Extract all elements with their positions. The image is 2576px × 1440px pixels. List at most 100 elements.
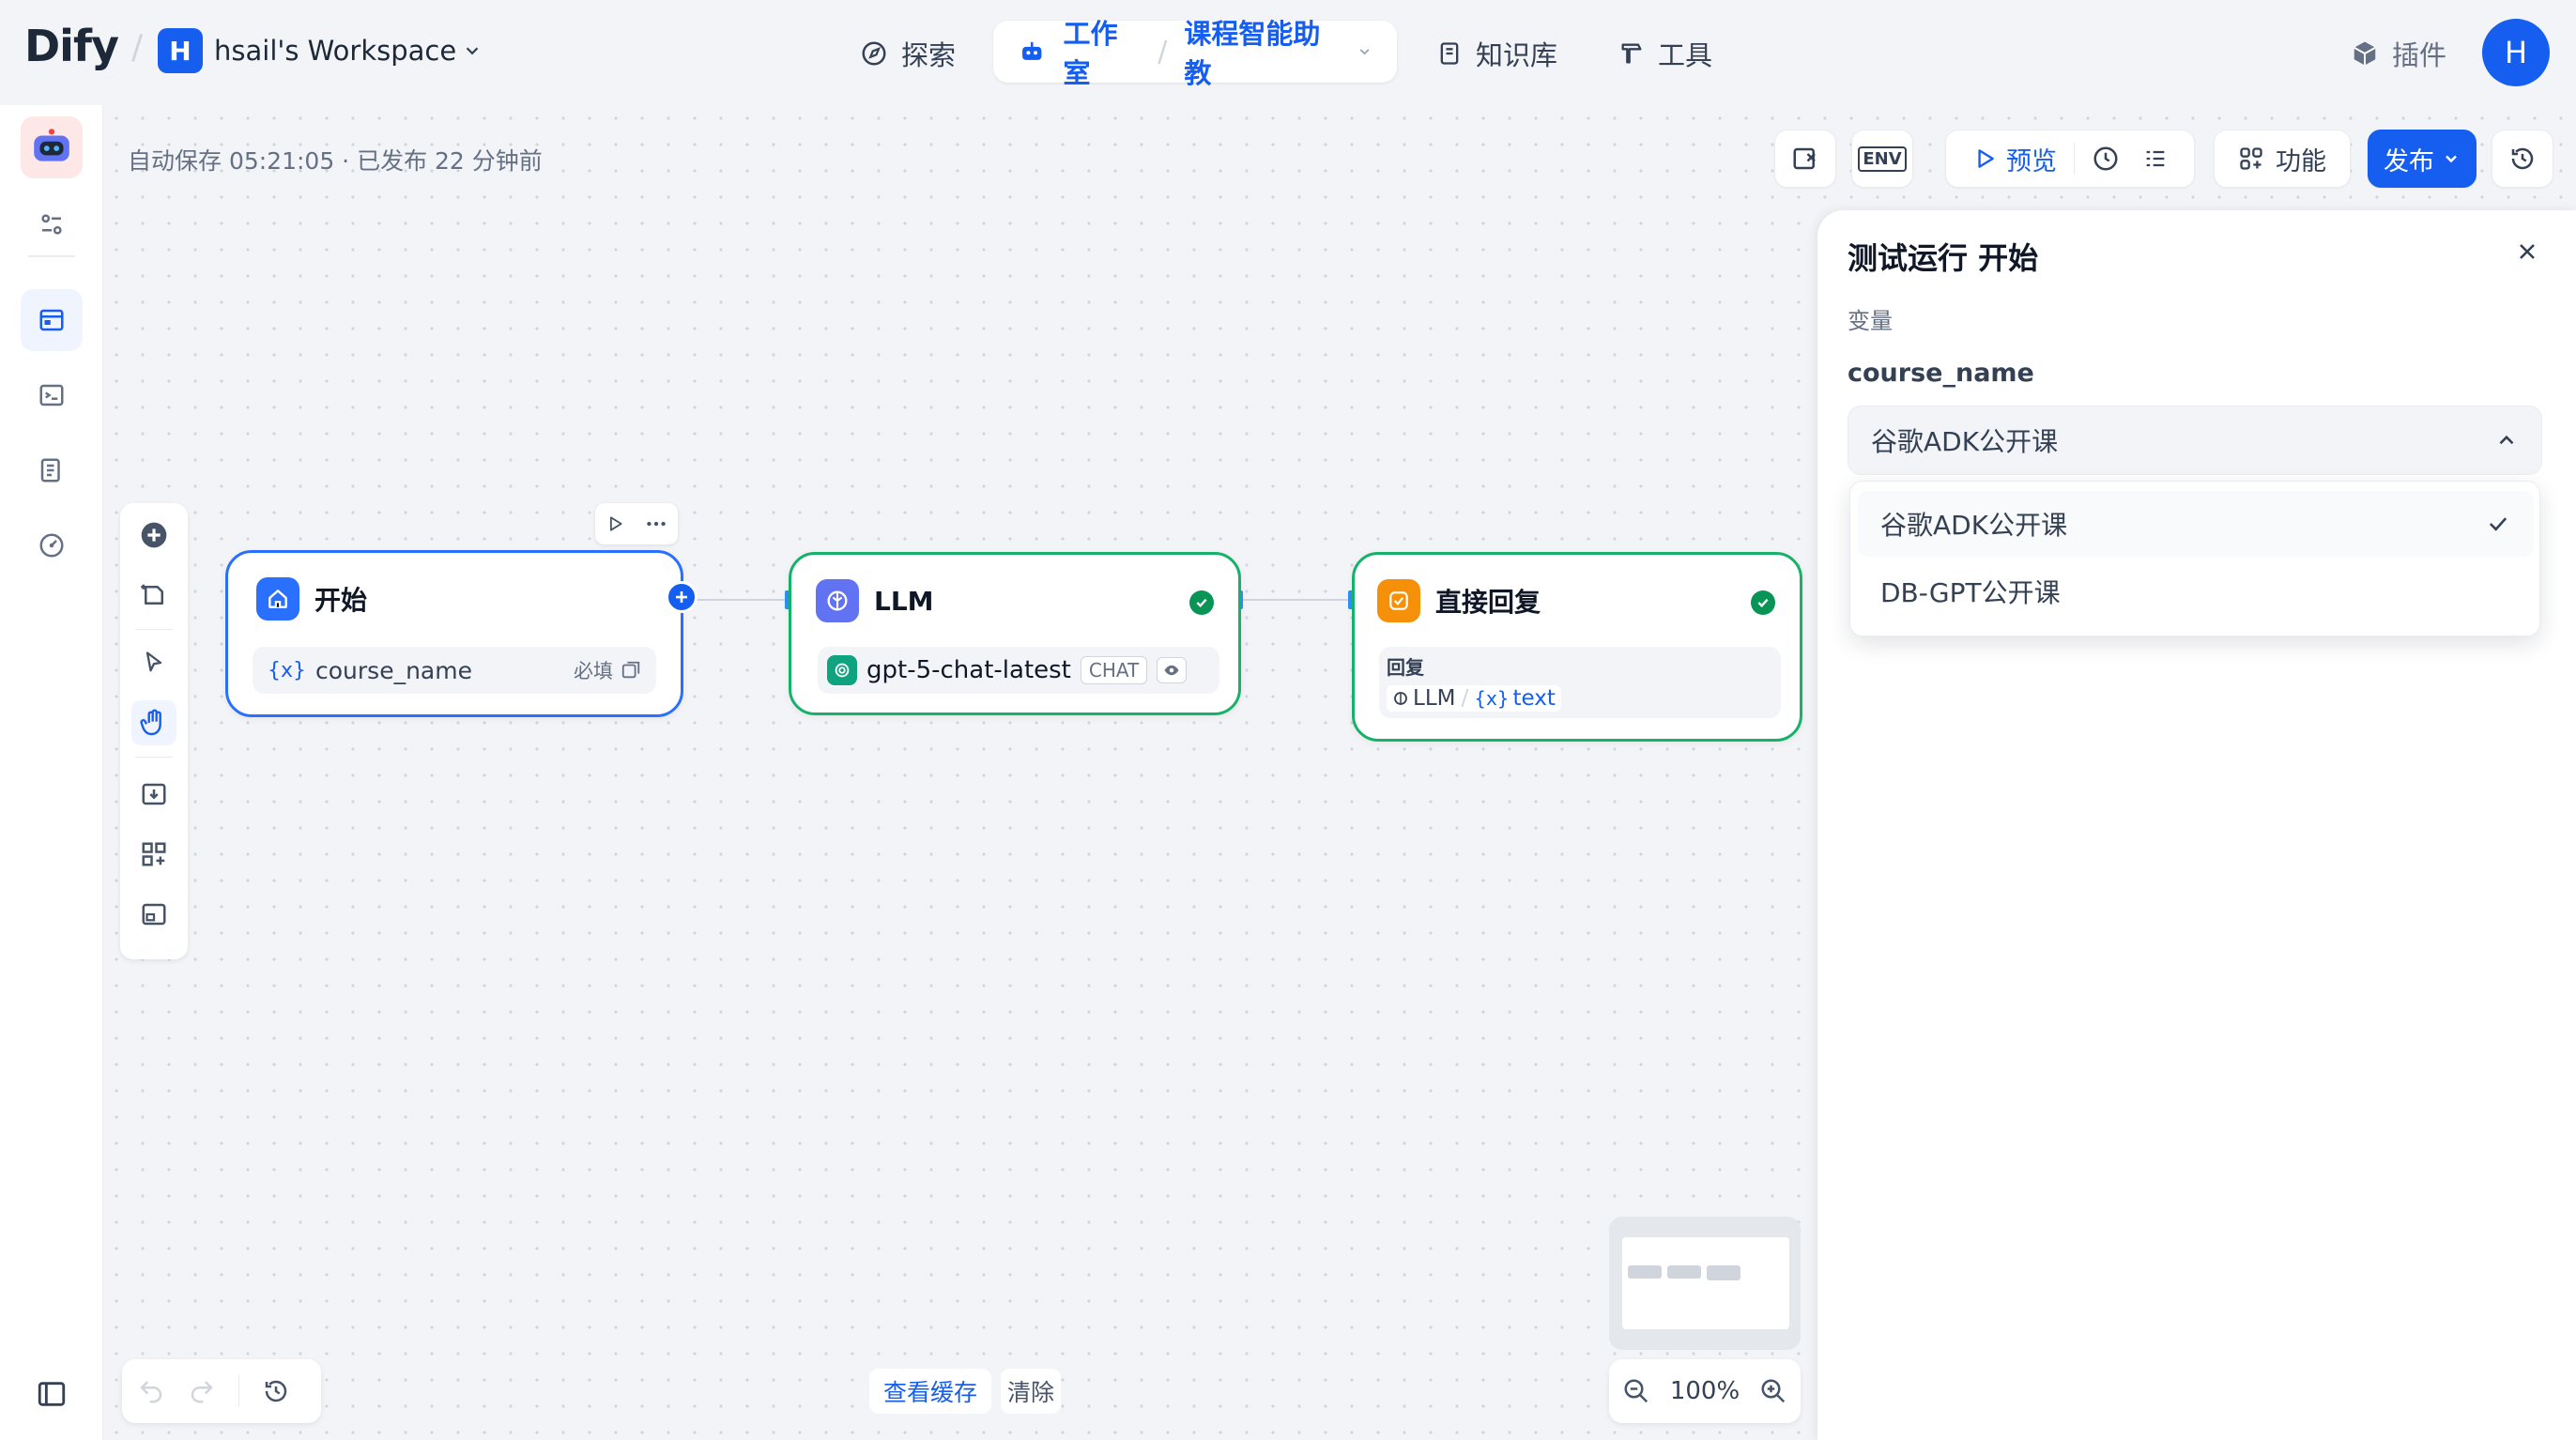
undo-icon[interactable] (137, 1377, 165, 1405)
env-variables-button[interactable]: ENV (1851, 130, 1913, 188)
close-icon[interactable] (2514, 238, 2540, 268)
run-history-button[interactable] (2092, 145, 2120, 173)
chevron-up-icon (2499, 435, 2514, 445)
publish-label: 发布 (2384, 146, 2434, 176)
checklist-icon (1793, 147, 1816, 170)
reference-var: text (1512, 686, 1556, 711)
workspace-switcher[interactable]: H hsail's Workspace (158, 28, 483, 73)
nav-knowledge-label: 知识库 (1476, 39, 1558, 71)
nav-studio-label: 工作室 (1063, 18, 1118, 89)
option-item[interactable]: 谷歌ADK公开课 (1858, 491, 2534, 557)
node-answer[interactable]: 直接回复 回复 LLM / {x} text (1352, 552, 1802, 742)
brain-icon (816, 579, 859, 622)
top-navigation-bar: Dify / H hsail's Workspace 探索 工作室 / 课程智能… (0, 0, 2576, 105)
version-history-button[interactable] (2492, 130, 2553, 188)
divider: / (1158, 35, 1168, 69)
canvas-tool-palette (120, 503, 188, 959)
orchestrate-icon[interactable] (21, 289, 83, 351)
zoom-in-icon[interactable] (1759, 1377, 1787, 1405)
node-title: 直接回复 (1435, 587, 1541, 618)
answer-content: 回复 LLM / {x} text (1379, 647, 1781, 718)
checklist-button[interactable] (1774, 130, 1836, 188)
features-button[interactable]: 功能 (2214, 130, 2351, 188)
workspace-name: hsail's Workspace (214, 35, 457, 67)
reference-node: LLM (1413, 686, 1456, 711)
grid-plus-icon (2240, 147, 2262, 170)
monitor-gauge-icon[interactable] (21, 514, 83, 576)
option-label: 谷歌ADK公开课 (1880, 510, 2068, 541)
add-node-icon[interactable] (131, 513, 176, 558)
hand-icon[interactable] (131, 700, 176, 745)
start-variable-row: {x} course_name 必填 (253, 647, 656, 694)
nav-tools[interactable]: 工具 (1618, 34, 1712, 73)
select-value: 谷歌ADK公开课 (1871, 426, 2059, 457)
edge-start-llm[interactable] (682, 599, 789, 601)
nav-app-name[interactable]: 课程智能助教 (1184, 12, 1340, 91)
terminal-icon[interactable] (21, 364, 83, 426)
zoom-out-icon[interactable] (1622, 1377, 1650, 1405)
more-icon[interactable] (644, 512, 668, 536)
history-controls (122, 1359, 321, 1423)
model-row[interactable]: gpt-5-chat-latest CHAT (818, 647, 1219, 694)
brain-icon (1394, 692, 1407, 705)
app-icon[interactable] (21, 116, 83, 178)
history-icon (2511, 147, 2534, 170)
export-image-icon[interactable] (131, 772, 176, 817)
auto-layout-icon[interactable] (131, 832, 176, 877)
robot-icon (34, 129, 69, 161)
logo-text: Dify (24, 21, 119, 71)
section-label: 变量 (1848, 308, 1893, 334)
nav-explore[interactable]: 探索 (860, 34, 956, 73)
openai-icon (827, 655, 857, 685)
minimap-toggle-icon[interactable] (131, 892, 176, 937)
panel-title: 测试运行 开始 (1848, 240, 2039, 276)
minimap[interactable] (1609, 1217, 1801, 1350)
success-check-icon (1751, 590, 1775, 615)
minimap-node (1707, 1265, 1740, 1280)
view-cache-button[interactable]: 查看缓存 (869, 1369, 991, 1414)
add-next-node-icon[interactable] (666, 581, 698, 613)
add-note-icon[interactable] (131, 573, 176, 618)
clock-play-icon (2093, 146, 2118, 171)
chevron-down-icon (1359, 49, 1370, 55)
option-item[interactable]: DB-GPT公开课 (1858, 559, 2534, 624)
preview-button[interactable]: 预览 (1972, 141, 2057, 177)
zoom-controls: 100% (1609, 1359, 1801, 1423)
clear-button[interactable]: 清除 (1001, 1369, 1061, 1414)
node-start[interactable]: 开始 {x} course_name 必填 (225, 550, 698, 717)
divider (2074, 143, 2075, 175)
checklist-list-button[interactable] (2142, 146, 2169, 172)
nav-studio-pill[interactable]: 工作室 / 课程智能助教 (993, 18, 1397, 89)
collapse-sidebar-icon[interactable] (21, 1363, 83, 1425)
text-input-icon (621, 661, 640, 679)
edge-llm-answer[interactable] (1241, 599, 1352, 601)
publish-button[interactable]: 发布 (2368, 130, 2476, 188)
redo-icon[interactable] (188, 1377, 216, 1405)
settings-sliders-icon[interactable] (21, 193, 83, 255)
node-llm[interactable]: LLM gpt-5-chat-latest CHAT (789, 552, 1241, 715)
user-avatar[interactable]: H (2482, 19, 2550, 86)
variable-icon: {x} (1474, 687, 1510, 710)
minimap-viewport (1622, 1237, 1789, 1329)
preview-label: 预览 (2006, 146, 2057, 176)
minimap-node (1628, 1265, 1662, 1279)
nav-knowledge[interactable]: 知识库 (1436, 34, 1557, 73)
zoom-level[interactable]: 100% (1670, 1377, 1740, 1405)
logs-icon[interactable] (21, 439, 83, 501)
pointer-icon[interactable] (131, 640, 176, 685)
model-name: gpt-5-chat-latest (866, 656, 1071, 684)
autosave-status: 自动保存 05:21:05 · 已发布 22 分钟前 (128, 147, 543, 175)
book-icon (1440, 42, 1459, 65)
run-node-icon[interactable] (606, 514, 624, 533)
cube-icon (2354, 41, 2376, 66)
chevron-down-icon (2446, 155, 2457, 163)
nav-plugins[interactable]: 插件 (2351, 34, 2446, 73)
course-name-select[interactable]: 谷歌ADK公开课 (1848, 406, 2542, 475)
nav-explore-label: 探索 (901, 39, 957, 71)
hammer-icon (1621, 43, 1642, 64)
chevron-down-icon (466, 47, 479, 55)
check-icon (2489, 517, 2507, 531)
dify-logo[interactable]: Dify (24, 21, 119, 71)
history-icon[interactable] (262, 1377, 290, 1405)
env-label: ENV (1858, 146, 1907, 172)
